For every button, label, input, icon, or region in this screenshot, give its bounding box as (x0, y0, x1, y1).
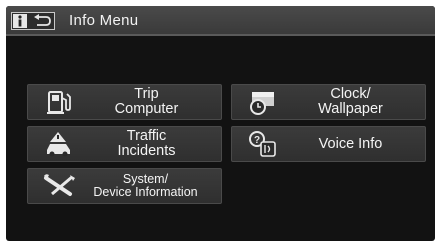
info-icon (13, 14, 27, 28)
traffic-incidents-line2: Incidents (117, 143, 176, 159)
info-back-button[interactable] (11, 12, 55, 30)
fuel-pump-icon (44, 88, 74, 116)
svg-text:?: ? (254, 135, 260, 146)
clock-wallpaper-line1: Clock/ (330, 86, 371, 102)
traffic-incidents-line1: Traffic (126, 128, 167, 144)
traffic-incidents-button[interactable]: Traffic Incidents (27, 126, 222, 162)
system-device-info-button[interactable]: System/ Device Information (27, 168, 222, 204)
voice-info-button[interactable]: ? Voice Info (231, 126, 426, 162)
back-arrow-icon (32, 14, 52, 28)
clock-wallpaper-button[interactable]: Clock/ Wallpaper (231, 84, 426, 120)
system-device-line2: Device Information (93, 185, 198, 199)
voice-info-text: Voice Info (318, 135, 383, 152)
clock-wallpaper-icon (248, 88, 278, 116)
wrench-screwdriver-icon (42, 172, 76, 200)
trip-computer-line1: Trip (134, 86, 159, 102)
header-bar: Info Menu (6, 6, 435, 35)
voice-info-label: Voice Info (284, 127, 417, 161)
system-device-label: System/ Device Information (78, 169, 213, 203)
info-display: Info Menu Trip Computer Clock/ Wallpaper… (6, 6, 435, 241)
voice-help-icon: ? (248, 130, 278, 158)
page-title: Info Menu (69, 12, 139, 29)
trip-computer-button[interactable]: Trip Computer (27, 84, 222, 120)
screen: Info Menu Trip Computer Clock/ Wallpaper… (0, 0, 441, 245)
header-divider (6, 34, 435, 36)
traffic-car-icon (44, 130, 74, 158)
trip-computer-line2: Computer (114, 101, 179, 117)
clock-wallpaper-line2: Wallpaper (318, 101, 383, 117)
traffic-incidents-label: Traffic Incidents (80, 127, 213, 161)
clock-wallpaper-label: Clock/ Wallpaper (284, 85, 417, 119)
trip-computer-label: Trip Computer (80, 85, 213, 119)
